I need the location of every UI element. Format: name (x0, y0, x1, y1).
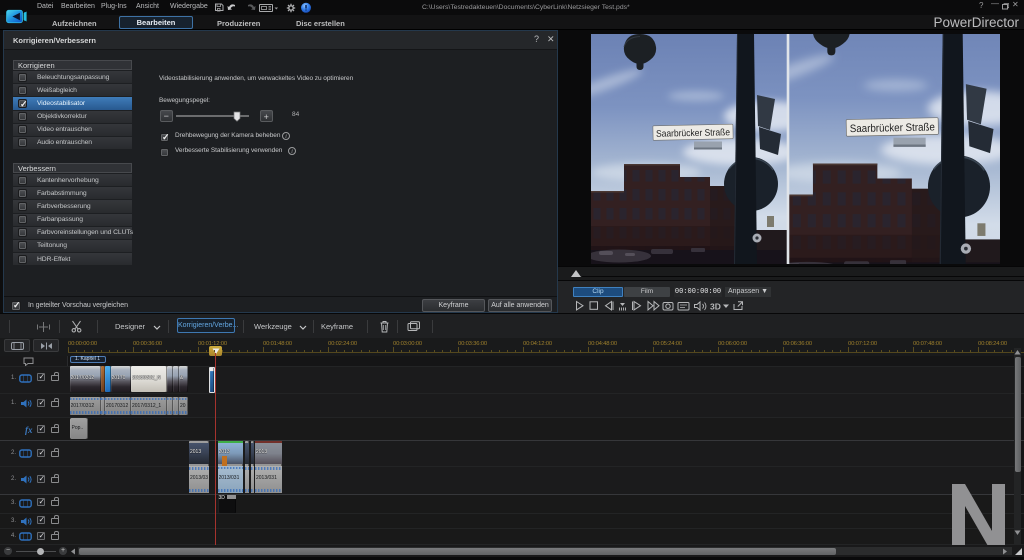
svg-text:3D: 3D (710, 302, 721, 312)
